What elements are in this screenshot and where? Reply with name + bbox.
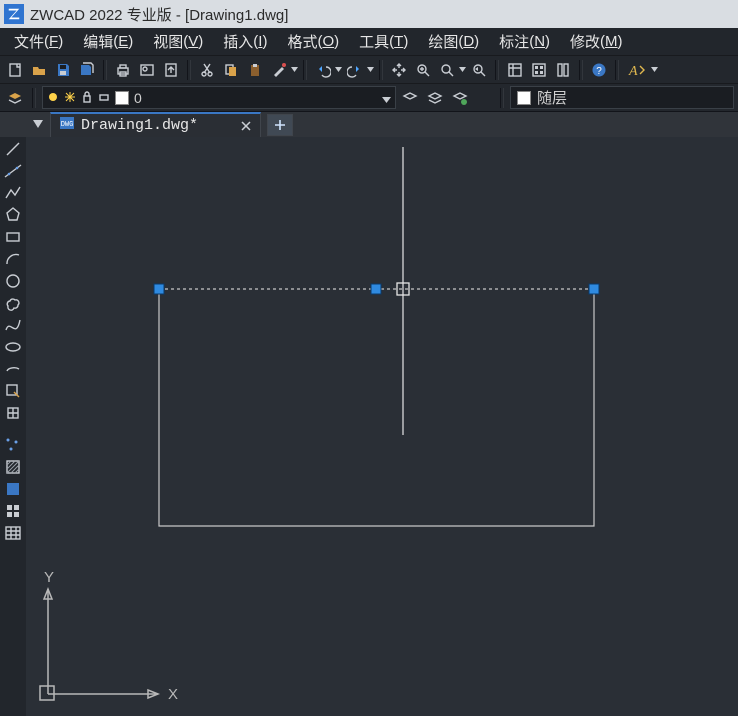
chevron-down-icon	[382, 90, 391, 106]
ellipse-arc-tool-icon[interactable]	[2, 359, 24, 379]
dropdown-arrow-icon[interactable]	[334, 59, 342, 81]
menu-format[interactable]: 格式(O)	[277, 28, 349, 55]
dropdown-arrow-icon[interactable]	[650, 59, 658, 81]
region-tool-icon[interactable]	[2, 501, 24, 521]
design-center-icon[interactable]	[528, 59, 550, 81]
layer-freeze-icon	[64, 90, 76, 106]
table-tool-icon[interactable]	[2, 523, 24, 543]
ucs-y-label: Y	[44, 569, 54, 586]
circle-tool-icon[interactable]	[2, 271, 24, 291]
layer-state-icon[interactable]	[449, 87, 471, 109]
layer-prev-icon[interactable]	[399, 87, 421, 109]
new-file-icon[interactable]	[4, 59, 26, 81]
pan-icon[interactable]	[388, 59, 410, 81]
redo-icon[interactable]	[344, 59, 366, 81]
layer-combo[interactable]: 0	[42, 86, 396, 109]
properties-icon[interactable]	[504, 59, 526, 81]
layer-iso-icon[interactable]	[424, 87, 446, 109]
window-title: ZWCAD 2022 专业版 - [Drawing1.dwg]	[30, 4, 288, 25]
menu-tools[interactable]: 工具(T)	[349, 28, 418, 55]
draw-palette	[0, 137, 27, 716]
color-swatch	[517, 91, 531, 105]
current-layer-name: 0	[134, 90, 142, 106]
toolbar-separator	[579, 60, 583, 80]
color-combo[interactable]: 随层	[510, 86, 734, 109]
menu-edit[interactable]: 编辑(E)	[73, 28, 143, 55]
menu-insert[interactable]: 插入(I)	[213, 28, 277, 55]
cut-icon[interactable]	[196, 59, 218, 81]
toolbar-separator	[615, 60, 619, 80]
menu-view[interactable]: 视图(V)	[143, 28, 213, 55]
undo-icon[interactable]	[312, 59, 334, 81]
menu-dim[interactable]: 标注(N)	[489, 28, 560, 55]
toolbar-separator	[379, 60, 383, 80]
dropdown-arrow-icon[interactable]	[458, 59, 466, 81]
toolbar-separator	[187, 60, 191, 80]
document-tabs: DWG Drawing1.dwg*	[0, 112, 738, 138]
xline-tool-icon[interactable]	[2, 161, 24, 181]
open-icon[interactable]	[28, 59, 50, 81]
color-combo-label: 随层	[537, 87, 567, 108]
match-icon[interactable]	[268, 59, 290, 81]
svg-text:?: ?	[596, 66, 602, 77]
save-icon[interactable]	[52, 59, 74, 81]
revcloud-tool-icon[interactable]	[2, 293, 24, 313]
saveall-icon[interactable]	[76, 59, 98, 81]
text-style-icon[interactable]: A	[624, 59, 650, 81]
rectangle-tool-icon[interactable]	[2, 227, 24, 247]
layer-on-icon	[47, 90, 59, 106]
document-tab-name: Drawing1.dwg*	[81, 117, 198, 134]
print-icon[interactable]	[112, 59, 134, 81]
toolbar-separator	[495, 60, 499, 80]
toolbar-separator	[303, 60, 307, 80]
point-tool-icon[interactable]	[2, 435, 24, 455]
spline-tool-icon[interactable]	[2, 315, 24, 335]
polyline-tool-icon[interactable]	[2, 183, 24, 203]
drawing-canvas[interactable]: X Y	[26, 137, 738, 716]
zoom-window-icon[interactable]	[436, 59, 458, 81]
canvas-svg: X Y	[26, 137, 738, 716]
plot-preview-icon[interactable]	[136, 59, 158, 81]
svg-text:DWG: DWG	[61, 121, 74, 129]
line-tool-icon[interactable]	[2, 139, 24, 159]
zoom-previous-icon[interactable]	[468, 59, 490, 81]
insert-block-icon[interactable]	[2, 381, 24, 401]
close-icon[interactable]	[240, 120, 252, 132]
standard-toolbar: ? A	[0, 56, 738, 84]
gradient-tool-icon[interactable]	[2, 479, 24, 499]
ucs-x-label: X	[168, 686, 178, 703]
menu-bar: 文件(F) 编辑(E) 视图(V) 插入(I) 格式(O) 工具(T) 绘图(D…	[0, 28, 738, 56]
menu-draw[interactable]: 绘图(D)	[418, 28, 489, 55]
menu-file[interactable]: 文件(F)	[4, 28, 73, 55]
dropdown-arrow-icon[interactable]	[290, 59, 298, 81]
help-icon[interactable]: ?	[588, 59, 610, 81]
layer-color-swatch	[115, 91, 129, 105]
arc-tool-icon[interactable]	[2, 249, 24, 269]
layer-toolbar: 0 随层	[0, 84, 738, 112]
tab-menu-icon[interactable]	[28, 112, 48, 137]
polygon-tool-icon[interactable]	[2, 205, 24, 225]
toolbar-separator	[103, 60, 107, 80]
menu-modify[interactable]: 修改(M)	[560, 28, 633, 55]
paste-icon[interactable]	[244, 59, 266, 81]
make-block-icon[interactable]	[2, 403, 24, 423]
new-tab-button[interactable]	[267, 114, 293, 136]
svg-text:A: A	[628, 64, 638, 78]
dropdown-arrow-icon[interactable]	[366, 59, 374, 81]
layer-manager-icon[interactable]	[4, 87, 26, 109]
zoom-realtime-icon[interactable]	[412, 59, 434, 81]
ellipse-tool-icon[interactable]	[2, 337, 24, 357]
copy-icon[interactable]	[220, 59, 242, 81]
dwg-file-icon: DWG	[59, 116, 75, 135]
app-icon	[4, 4, 24, 24]
toolbar-separator	[32, 88, 36, 108]
layer-lock-icon	[81, 90, 93, 106]
toolbar-separator	[500, 88, 504, 108]
publish-icon[interactable]	[160, 59, 182, 81]
title-bar: ZWCAD 2022 专业版 - [Drawing1.dwg]	[0, 0, 738, 28]
hatch-tool-icon[interactable]	[2, 457, 24, 477]
document-tab[interactable]: DWG Drawing1.dwg*	[50, 112, 261, 137]
tool-palettes-icon[interactable]	[552, 59, 574, 81]
layer-plot-icon	[98, 90, 110, 106]
